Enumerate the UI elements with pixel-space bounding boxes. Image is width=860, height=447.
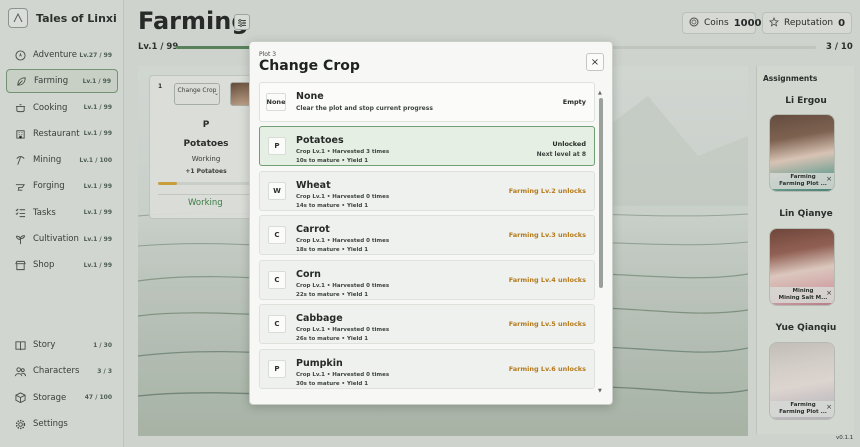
crop-timing: 14s to mature • Yield 1 <box>296 203 369 209</box>
crop-status: Farming Lv.4 unlocks <box>508 276 586 284</box>
crop-status: Unlocked Next level at 8 <box>537 139 586 160</box>
modal-subtitle: Plot 3 <box>259 51 277 58</box>
crop-option-carrot[interactable]: C Carrot Crop Lv.1 • Harvested 0 times 1… <box>259 215 595 255</box>
crop-status: Empty <box>562 98 586 106</box>
crop-status: Farming Lv.2 unlocks <box>508 187 586 195</box>
crop-description: Clear the plot and stop current progress <box>296 105 433 112</box>
crop-stats: Crop Lv.1 • Harvested 0 times <box>296 238 390 244</box>
crop-badge: None <box>266 93 286 111</box>
scroll-up-arrow-icon[interactable]: ▲ <box>598 90 602 96</box>
change-crop-modal: Plot 3 Change Crop × None None Clear the… <box>249 41 613 405</box>
crop-badge: C <box>268 271 286 289</box>
crop-option-wheat[interactable]: W Wheat Crop Lv.1 • Harvested 0 times 14… <box>259 171 595 211</box>
crop-name: Wheat <box>296 180 331 191</box>
crop-status: Farming Lv.6 unlocks <box>508 365 586 373</box>
close-button[interactable]: × <box>586 53 604 71</box>
crop-unlock-state: Unlocked <box>552 140 586 148</box>
close-icon: × <box>590 56 600 68</box>
crop-stats: Crop Lv.1 • Harvested 0 times <box>296 372 390 378</box>
crop-badge: P <box>268 360 286 378</box>
crop-stats: Crop Lv.1 • Harvested 3 times <box>296 149 390 155</box>
scrollbar-thumb[interactable] <box>599 98 603 288</box>
crop-timing: 22s to mature • Yield 1 <box>296 292 369 298</box>
crop-name: Pumpkin <box>296 358 343 369</box>
crop-name: Corn <box>296 269 321 280</box>
crop-name: Cabbage <box>296 313 343 324</box>
crop-name: None <box>296 91 324 102</box>
crop-list-scrollbar[interactable]: ▲ ▼ <box>598 90 604 398</box>
crop-name: Potatoes <box>296 135 344 146</box>
crop-timing: 30s to mature • Yield 1 <box>296 381 369 387</box>
crop-stats: Crop Lv.1 • Harvested 0 times <box>296 283 390 289</box>
crop-option-potatoes[interactable]: P Potatoes Crop Lv.1 • Harvested 3 times… <box>259 126 595 166</box>
crop-next-level: Next level at 8 <box>536 151 586 158</box>
crop-list: None None Clear the plot and stop curren… <box>259 82 596 402</box>
crop-badge: P <box>268 137 286 155</box>
crop-option-corn[interactable]: C Corn Crop Lv.1 • Harvested 0 times 22s… <box>259 260 595 300</box>
scroll-down-arrow-icon[interactable]: ▼ <box>598 388 602 394</box>
crop-timing: 10s to mature • Yield 1 <box>296 158 369 164</box>
crop-stats: Crop Lv.1 • Harvested 0 times <box>296 327 390 333</box>
crop-option-pumpkin[interactable]: P Pumpkin Crop Lv.1 • Harvested 0 times … <box>259 349 595 389</box>
crop-status: Farming Lv.3 unlocks <box>508 231 586 239</box>
crop-option-cabbage[interactable]: C Cabbage Crop Lv.1 • Harvested 0 times … <box>259 304 595 344</box>
crop-timing: 26s to mature • Yield 1 <box>296 336 369 342</box>
crop-stats: Crop Lv.1 • Harvested 0 times <box>296 194 390 200</box>
crop-status: Farming Lv.5 unlocks <box>508 320 586 328</box>
crop-badge: C <box>268 226 286 244</box>
crop-name: Carrot <box>296 224 330 235</box>
crop-badge: W <box>268 182 286 200</box>
crop-badge: C <box>268 315 286 333</box>
crop-timing: 18s to mature • Yield 1 <box>296 247 369 253</box>
modal-title: Change Crop <box>259 58 360 74</box>
crop-option-none[interactable]: None None Clear the plot and stop curren… <box>259 82 595 122</box>
